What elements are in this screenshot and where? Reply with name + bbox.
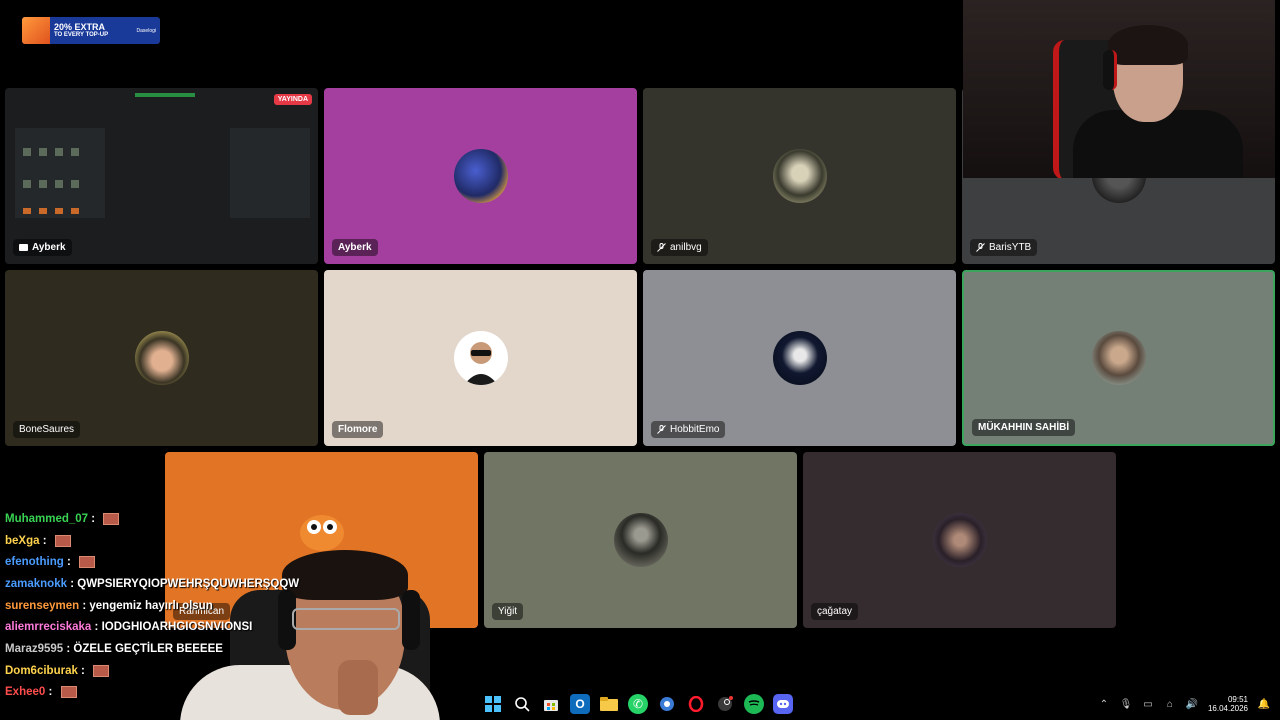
chat-username: beXga [5,534,40,547]
date: 16.04.2026 [1207,704,1248,713]
emote-icon [103,512,120,525]
streamer-webcam [963,0,1275,178]
taskbar: O ✆ ⌃ 🎙 ▭ ⌂ 🔊 09:51 16.04.2026 🔔 [0,688,1280,720]
promo-subline: TO EVERY TOP-UP [54,32,109,38]
discord-icon[interactable] [773,694,793,714]
chat-separator: : [63,642,74,655]
promo-brand: Daselogi [136,27,156,34]
mic-muted-icon [657,425,666,434]
time: 09:51 [1227,694,1248,704]
avatar [772,149,827,203]
live-badge: YAYINDA [273,94,312,105]
search-icon[interactable] [512,694,532,714]
volume-icon[interactable]: 🔊 [1186,698,1198,710]
avatar [772,331,827,385]
chat-message: Muhammed_07 : [0,508,300,530]
chat-message: Dom6ciburak : [0,660,300,682]
chat-username: efenothing [5,556,64,569]
chat-separator: : [39,534,50,547]
chat-separator: : [67,577,78,590]
whatsapp-icon[interactable]: ✆ [628,694,648,714]
windows-start-icon[interactable] [483,694,503,714]
screen-share-icon [19,244,28,251]
notification-icon[interactable]: 🔔 [1258,698,1270,710]
taskbar-apps: O ✆ [483,694,793,714]
chat-text: IODGHIOARHGIOSNVIONSI [101,621,253,634]
monitor-icon[interactable]: ▭ [1142,698,1154,710]
chat-separator: : [91,621,102,634]
avatar [1091,331,1146,385]
participant-name: MÜKAHHIN SAHİBİ [972,419,1076,436]
chat-separator: : [79,599,90,612]
glasses [292,608,400,630]
participant-name: HobbitEmo [651,421,726,438]
participant-tile[interactable]: BoneSaures [5,270,318,446]
opera-icon[interactable] [686,694,706,714]
chat-username: Maraz9595 [5,642,64,655]
participant-name: BarisYTB [970,239,1038,256]
participant-name: Yiğit [492,603,524,620]
participant-tile-speaking[interactable]: MÜKAHHIN SAHİBİ [962,270,1275,446]
participant-tile-screenshare[interactable]: YAYINDA Ayberk [5,88,318,264]
chat-overlay: Muhammed_07 : beXga : efenothing : zamak… [0,508,300,703]
avatar [134,331,189,385]
participant-tile[interactable]: çağatay [803,452,1116,628]
participant-name: BoneSaures [13,421,81,438]
participant-name: anilbvg [651,239,708,256]
chat-text: ÖZELE GEÇTİLER BEEEEE [73,642,223,655]
participant-name: Flomore [332,421,384,438]
file-explorer-icon[interactable] [599,694,619,714]
system-tray: ⌃ 🎙 ▭ ⌂ 🔊 09:51 16.04.2026 🔔 [1098,688,1280,720]
chat-username: zamaknokk [5,577,68,590]
chat-username: Muhammed_07 [5,512,89,525]
participant-name: Ayberk [332,239,378,256]
steam-icon[interactable] [715,694,735,714]
headset-icon [1103,50,1117,90]
network-tray-icon[interactable]: ⌂ [1164,698,1176,710]
chevron-up-icon[interactable]: ⌃ [1098,698,1110,710]
promo-banner[interactable]: 20% EXTRA TO EVERY TOP-UP Daselogi [22,17,160,44]
gift-icon [22,17,50,44]
screenshare-preview [5,88,318,264]
outlook-icon[interactable]: O [570,694,590,714]
participant-tile[interactable]: HobbitEmo [643,270,956,446]
chat-separator: : [77,664,89,677]
chat-message: efenothing : [0,551,300,573]
avatar [453,149,508,203]
avatar [294,503,349,557]
avatar [932,513,987,567]
promo-headline: 20% EXTRA [54,22,106,32]
chat-text: yengemiz hayırlı olsun [89,599,213,612]
participant-tile[interactable]: Ayberk [324,88,637,264]
chat-username: aliemrreciskaka [5,621,92,634]
mic-muted-icon [657,243,666,252]
chat-message: surenseymen : yengemiz hayırlı olsun [0,595,300,617]
spotify-icon[interactable] [744,694,764,714]
network-icon[interactable] [657,694,677,714]
emote-icon [93,664,110,677]
emote-icon [54,534,71,547]
participant-name: çağatay [811,603,859,620]
mic-muted-icon [976,243,985,252]
emote-icon [79,556,96,569]
clock[interactable]: 09:51 16.04.2026 [1208,695,1248,713]
avatar [613,513,668,567]
chat-username: Dom6ciburak [5,664,78,677]
chat-username: surenseymen [5,599,80,612]
participant-tile[interactable]: Yiğit [484,452,797,628]
chat-text: QWPSIERYQIOPWEHRŞQUWHERŞQQW [77,577,300,590]
participant-tile[interactable]: anilbvg [643,88,956,264]
avatar [453,331,508,385]
chat-message: zamaknokk : QWPSIERYQIOPWEHRŞQUWHERŞQQW [0,573,300,595]
store-icon[interactable] [541,694,561,714]
participant-name: Ayberk [13,239,72,256]
participant-tile[interactable]: Flomore [324,270,637,446]
chat-message: aliemrreciskaka : IODGHIOARHGIOSNVIONSI [0,616,300,638]
chat-separator: : [63,556,75,569]
microphone-icon[interactable]: 🎙 [1120,698,1133,710]
chat-separator: : [88,512,99,525]
chat-message: Maraz9595 : ÖZELE GEÇTİLER BEEEEE [0,638,300,660]
chat-message: beXga : [0,530,300,552]
